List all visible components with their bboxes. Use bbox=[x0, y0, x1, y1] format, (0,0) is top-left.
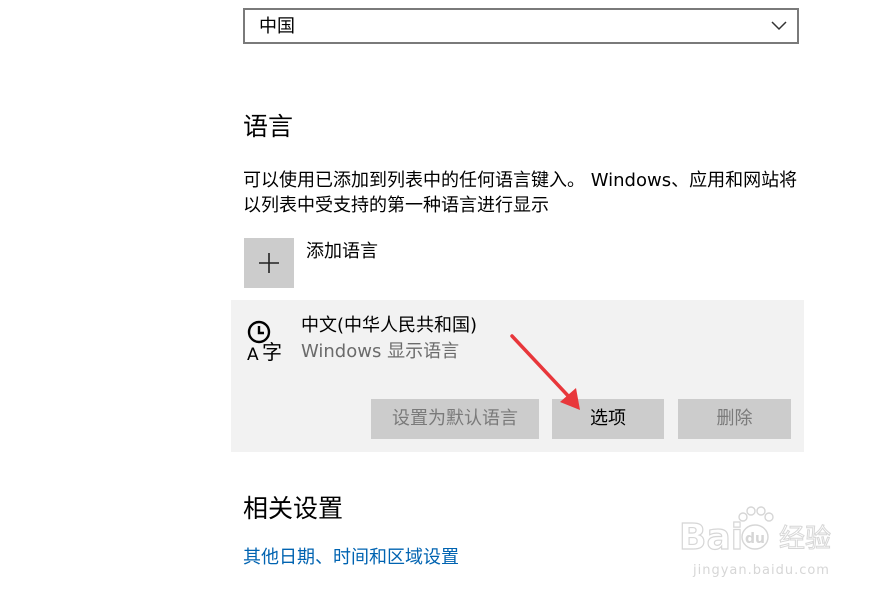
svg-text:Bai: Bai bbox=[679, 517, 743, 558]
svg-text:经验: 经验 bbox=[779, 524, 831, 554]
add-language-label: 添加语言 bbox=[306, 241, 378, 262]
region-dropdown-value: 中国 bbox=[259, 16, 295, 37]
language-name: 中文(中华人民共和国) bbox=[301, 315, 478, 336]
language-subtitle: Windows 显示语言 bbox=[301, 341, 460, 362]
svg-text:字: 字 bbox=[262, 340, 282, 362]
baidu-paw-logo: Bai du 经验 bbox=[678, 506, 832, 559]
watermark-url: jingyan.baidu.com bbox=[693, 563, 830, 578]
plus-icon-box bbox=[244, 238, 294, 288]
additional-date-time-region-link[interactable]: 其他日期、时间和区域设置 bbox=[243, 546, 459, 570]
remove-language-button[interactable]: 删除 bbox=[678, 399, 791, 439]
settings-page: 中国 语言 可以使用已添加到列表中的任何语言键入。 Windows、应用和网站将… bbox=[0, 0, 887, 601]
add-language-button[interactable]: 添加语言 bbox=[244, 238, 544, 288]
language-description: 可以使用已添加到列表中的任何语言键入。 Windows、应用和网站将以列表中受支… bbox=[243, 170, 798, 216]
chevron-down-icon bbox=[771, 21, 787, 31]
svg-text:du: du bbox=[745, 531, 765, 547]
language-icon: A 字 bbox=[247, 320, 282, 362]
region-dropdown[interactable]: 中国 bbox=[243, 8, 799, 44]
svg-text:A: A bbox=[247, 345, 259, 362]
language-section-title: 语言 bbox=[243, 112, 294, 141]
related-settings-title: 相关设置 bbox=[243, 494, 344, 523]
red-arrow-annotation bbox=[510, 334, 580, 410]
baidu-watermark: Bai du 经验 jingyan.baidu.com bbox=[678, 503, 841, 583]
plus-icon bbox=[259, 253, 279, 273]
